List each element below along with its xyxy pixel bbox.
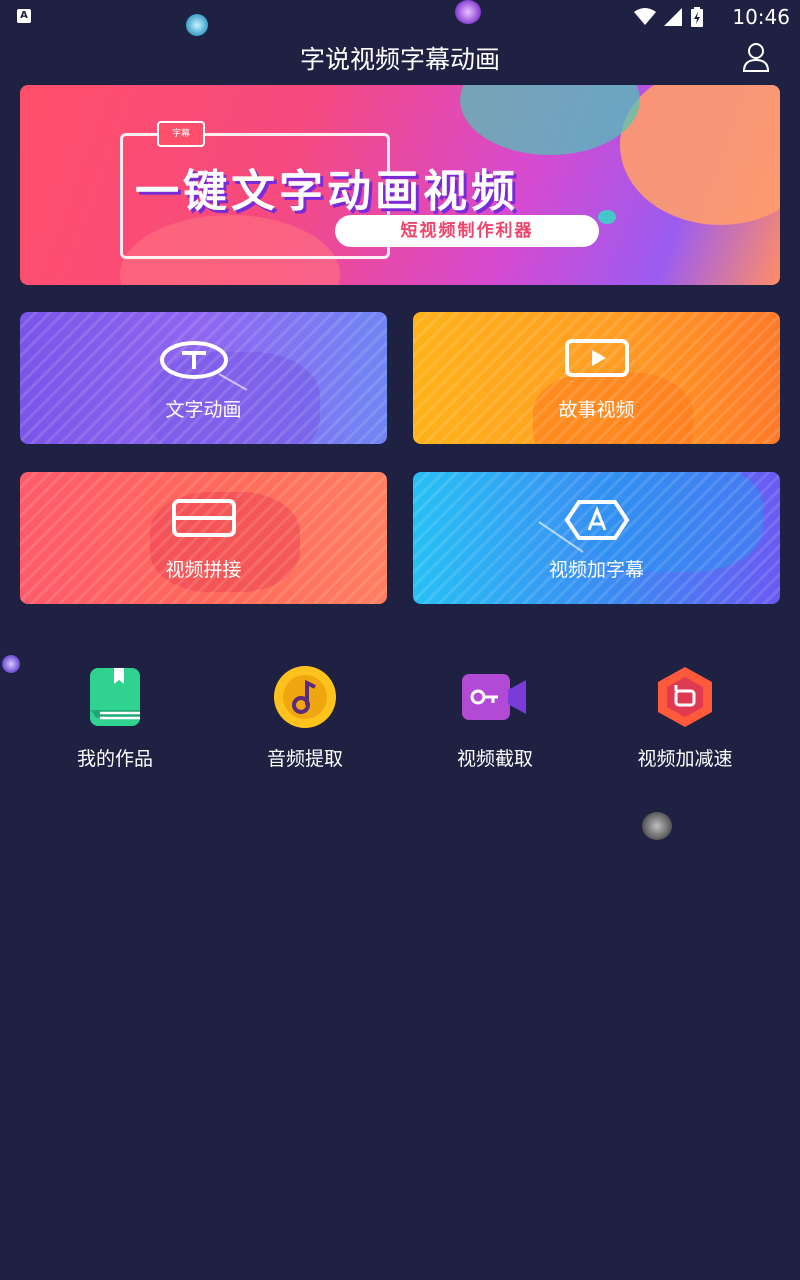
signal-icon bbox=[664, 8, 682, 26]
music-note-icon bbox=[274, 666, 336, 728]
feature-label: 文字动画 bbox=[165, 399, 242, 421]
tool-my-works[interactable]: 我的作品 bbox=[20, 664, 210, 771]
banner-shape bbox=[460, 85, 640, 155]
feature-label: 故事视频 bbox=[558, 399, 635, 421]
tool-label: 视频加减速 bbox=[637, 748, 733, 770]
tool-label: 视频截取 bbox=[456, 748, 533, 770]
tool-icon-wrap bbox=[462, 664, 528, 730]
feature-card-story-video[interactable]: 故事视频 bbox=[413, 312, 780, 444]
tv-badge-icon: 字幕 bbox=[157, 121, 205, 147]
video-camera-icon bbox=[462, 674, 526, 720]
feature-label: 视频加字幕 bbox=[548, 559, 644, 581]
feature-label: 视频拼接 bbox=[165, 559, 242, 581]
tool-icon-wrap bbox=[652, 664, 718, 730]
play-icon bbox=[564, 339, 629, 377]
wifi-icon bbox=[634, 8, 656, 25]
feature-card-video-splice[interactable]: 视频拼接 bbox=[20, 472, 387, 604]
banner-shape bbox=[620, 85, 780, 225]
tool-video-speed[interactable]: 视频加减速 bbox=[590, 664, 780, 771]
promo-banner[interactable]: 字幕 一键文字动画视频 短视频制作利器 bbox=[20, 85, 780, 285]
banner-headline: 一键文字动画视频 bbox=[135, 166, 519, 217]
app-notification-icon: A bbox=[17, 9, 31, 23]
user-profile-icon[interactable] bbox=[742, 42, 770, 72]
tool-label: 我的作品 bbox=[76, 748, 153, 770]
hexagon-a-icon bbox=[537, 500, 629, 553]
banner-dot bbox=[598, 210, 616, 224]
feature-card-text-animation[interactable]: 文字动画 bbox=[20, 312, 387, 444]
tool-video-clip[interactable]: 视频截取 bbox=[400, 664, 590, 771]
tool-label: 音频提取 bbox=[266, 748, 343, 770]
banner-tagline: 短视频制作利器 bbox=[335, 215, 599, 247]
status-bar: A 10:46 bbox=[0, 0, 800, 34]
bokeh-decoration bbox=[2, 655, 20, 673]
tool-icon-wrap bbox=[272, 664, 338, 730]
app-header: 字说视频字幕动画 bbox=[0, 34, 800, 80]
book-icon bbox=[90, 668, 140, 726]
splice-icon bbox=[171, 499, 236, 537]
status-icons bbox=[634, 7, 704, 27]
page-title: 字说视频字幕动画 bbox=[299, 45, 500, 74]
feature-card-add-subtitle[interactable]: 视频加字幕 bbox=[413, 472, 780, 604]
speed-hexagon-icon bbox=[658, 667, 712, 727]
text-t-icon bbox=[159, 341, 247, 391]
battery-charging-icon bbox=[691, 7, 703, 27]
bokeh-decoration bbox=[642, 812, 672, 840]
status-time: 10:46 bbox=[732, 5, 790, 29]
tool-icon-wrap bbox=[82, 664, 148, 730]
tool-audio-extract[interactable]: 音频提取 bbox=[210, 664, 400, 771]
